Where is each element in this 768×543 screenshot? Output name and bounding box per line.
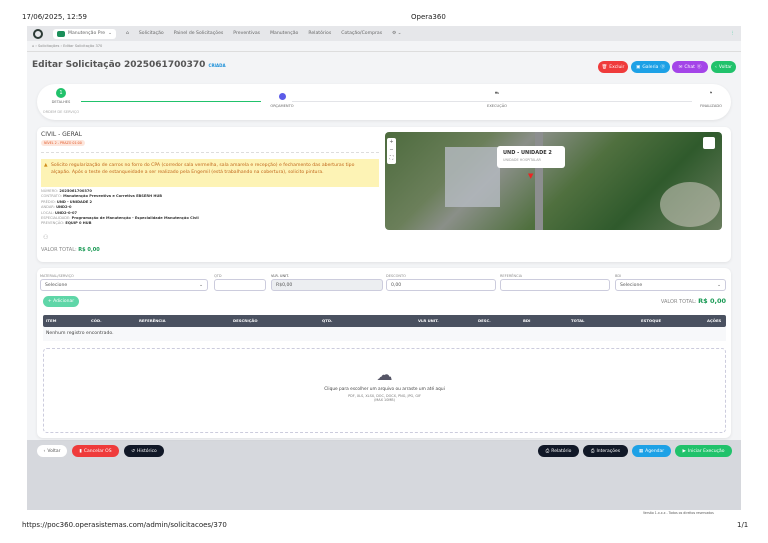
logo-icon — [33, 28, 43, 39]
info-list: NÚMERO: 2025061700370 CONTRATO: Manutenç… — [41, 189, 199, 226]
layers-icon[interactable] — [703, 137, 715, 149]
map-marker-icon[interactable]: ▼ — [528, 172, 533, 180]
step-budget-icon — [279, 93, 286, 100]
col-discount: DESC. — [478, 318, 491, 323]
col-description: DESCRIÇÃO — [233, 318, 258, 323]
reference-label: REFERÊNCIA — [500, 274, 522, 278]
footer-back-button[interactable]: ‹ Voltar — [37, 445, 67, 457]
chat-button[interactable]: ✉ Chat ⓪ — [672, 61, 708, 73]
progress-line-pending — [292, 101, 692, 102]
upload-text: Clique para escolher um arquivo ou arras… — [324, 387, 445, 392]
contract-icon — [57, 30, 65, 37]
popup-subtitle: UNIDADE HOSPITALAR — [503, 158, 541, 162]
popup-title: UND - UNIDADE 2 — [503, 150, 552, 156]
upload-max: (MAX 10MB) — [374, 398, 395, 402]
map-round-building — [660, 182, 720, 227]
category-title: CIVIL - GERAL — [41, 131, 82, 138]
nav-item-relatorios[interactable]: Relatórios — [308, 31, 331, 36]
priority-tag: NÍVEL 2 - PRAZO 01:00 — [41, 140, 85, 146]
qty-input[interactable] — [214, 279, 266, 291]
discount-input[interactable]: 0,00 — [386, 279, 496, 291]
version-footer: Versão 1.x.x.x - Todos os direitos reser… — [643, 511, 714, 515]
more-icon[interactable]: ⋮ — [730, 31, 735, 36]
location-map[interactable]: + − ⛶ UND - UNIDADE 2 UNIDADE HOSPITALAR ▼ — [385, 132, 722, 230]
print-title: Opera360 — [411, 13, 446, 21]
col-actions: AÇÕES — [707, 318, 722, 323]
map-popup: UND - UNIDADE 2 UNIDADE HOSPITALAR — [497, 146, 565, 168]
cloud-upload-icon: ☁ — [376, 365, 393, 384]
schedule-button[interactable]: ▦ Agendar — [632, 445, 671, 457]
delete-button[interactable]: 🗑 Excluir — [598, 61, 628, 73]
col-bdi: BDI — [523, 318, 531, 323]
table-empty-row: Nenhum registro encontrado. — [43, 327, 726, 341]
description-alert: ▲ Solicito regularização de carros no for… — [41, 159, 379, 187]
items-card: MATERIAL/SERVIÇO Selecione ⌄ QTD VLR. UNI… — [37, 268, 731, 438]
col-stock: ESTOQUE — [641, 318, 662, 323]
step-execution[interactable]: EXECUÇÃO — [477, 104, 517, 108]
step-exec-icon: ⛟ — [494, 91, 500, 95]
add-item-button[interactable]: + Adicionar — [43, 296, 79, 307]
unit-price-label: VLR. UNIT. — [271, 274, 289, 278]
progress-line — [81, 101, 261, 102]
nav-item-manutencao[interactable]: Manutenção — [270, 31, 298, 36]
col-code: CÓD. — [91, 318, 102, 323]
zoom-controls[interactable]: + − ⛶ — [387, 138, 396, 164]
breadcrumb-item[interactable]: Solicitações — [38, 44, 59, 48]
breadcrumb: ⌂ › Solicitações › Editar Solicitação 37… — [27, 41, 741, 52]
nav-item-preventivas[interactable]: Preventivas — [233, 31, 260, 36]
col-unit-price: VLR UNIT. — [418, 318, 439, 323]
step-finish-icon: ⚑ — [709, 91, 713, 95]
material-select[interactable]: Selecione ⌄ — [40, 279, 208, 291]
step-1-icon: 1 — [56, 88, 66, 98]
step-details[interactable]: DETALHES — [45, 100, 77, 104]
back-button[interactable]: ‹ Voltar — [711, 61, 736, 73]
nav-item-cotacao[interactable]: Cotação/Compras — [341, 31, 382, 36]
bdi-label: BDI — [615, 274, 622, 278]
contract-select[interactable]: Manutenção Pre ⌄ — [53, 28, 116, 39]
contract-select-label: Manutenção Pre — [68, 31, 106, 36]
top-navbar: Manutenção Pre ⌄ ⌂ Solicitação Painel de… — [27, 26, 741, 41]
items-total: VALOR TOTAL: R$ 0,00 — [660, 297, 726, 305]
history-button[interactable]: ↺ Histórico — [124, 445, 164, 457]
page-title: Editar Solicitação 2025061700370 CRIADA — [32, 60, 226, 70]
attachment-icon[interactable]: ⚇ — [43, 234, 48, 241]
step-details-sub: ORDEM DE SERVIÇO — [42, 110, 80, 114]
print-datetime: 17/06/2025, 12:59 — [22, 13, 87, 21]
status-badge: CRIADA — [208, 63, 226, 68]
warning-icon: ▲ — [44, 163, 48, 168]
nav-item-solicitacao[interactable]: Solicitação — [139, 31, 164, 36]
discount-label: DESCONTO — [386, 274, 406, 278]
gallery-button[interactable]: ▣ Galeria ⓪ — [631, 61, 670, 73]
col-reference: REFERÊNCIA — [139, 318, 166, 323]
cancel-os-button[interactable]: ▮ Cancelar OS — [72, 445, 119, 457]
interactions-button[interactable]: ⎙ Interações — [583, 445, 628, 457]
total-value: VALOR TOTAL: R$ 0,00 — [41, 247, 100, 253]
step-finished[interactable]: FINALIZADO — [691, 104, 731, 108]
print-url: https://poc360.operasistemas.com/admin/s… — [22, 521, 227, 529]
reference-input[interactable] — [500, 279, 610, 291]
details-card: CIVIL - GERAL NÍVEL 2 - PRAZO 01:00 ▲ Sol… — [37, 127, 731, 262]
settings-icon[interactable]: ⚙ ⌄ — [392, 31, 401, 36]
step-budget[interactable]: ORÇAMENTO — [262, 104, 302, 108]
map-building — [445, 147, 500, 207]
bdi-select[interactable]: Selecione ⌄ — [615, 279, 726, 291]
col-item: ITEM — [46, 318, 57, 323]
col-total: TOTAL — [571, 318, 585, 323]
upload-dropzone[interactable]: ☁ Clique para escolher um arquivo ou arr… — [43, 348, 726, 433]
print-page-number: 1/1 — [737, 521, 749, 529]
nav-item-painel[interactable]: Painel de Solicitações — [174, 31, 224, 36]
home-icon[interactable]: ⌂ — [126, 31, 129, 36]
stepper: 1 DETALHES ORDEM DE SERVIÇO ORÇAMENTO ⛟ … — [37, 84, 731, 120]
start-execution-button[interactable]: ▶ Iniciar Execução — [675, 445, 732, 457]
items-table-header: ITEM CÓD. REFERÊNCIA DESCRIÇÃO QTD. VLR … — [43, 315, 726, 327]
unit-price-input: R$0,00 — [271, 279, 383, 291]
col-qty: QTD. — [322, 318, 333, 323]
qty-label: QTD — [214, 274, 222, 278]
report-button[interactable]: ⎙ Relatório — [538, 445, 579, 457]
material-label: MATERIAL/SERVIÇO — [40, 274, 74, 278]
divider — [41, 152, 379, 153]
breadcrumb-item: Editar Solicitação 370 — [63, 44, 103, 48]
